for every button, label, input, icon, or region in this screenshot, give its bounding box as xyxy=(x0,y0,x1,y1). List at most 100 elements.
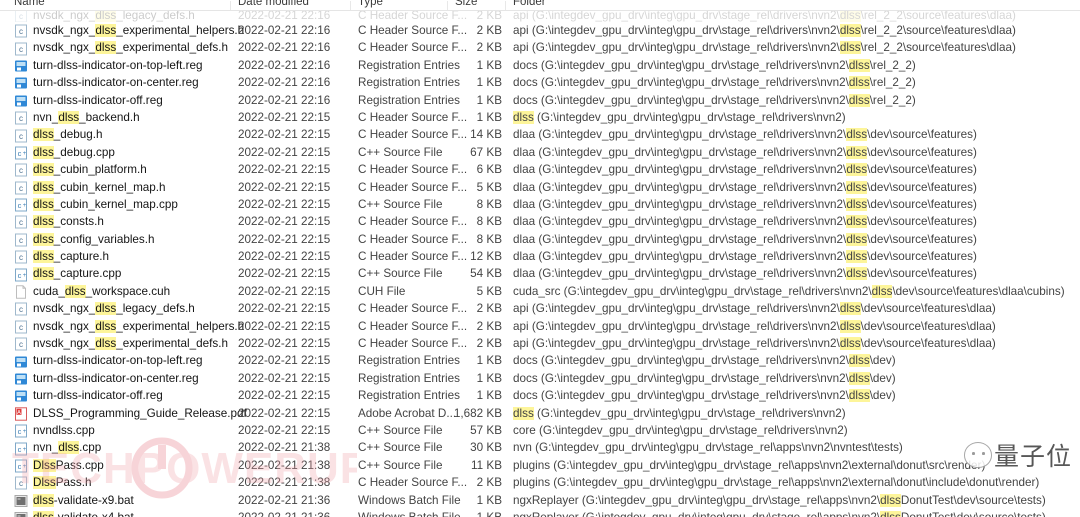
file-row[interactable]: c dlss_config_variables.h 2022-02-21 22:15… xyxy=(0,231,1080,248)
file-row[interactable]: c dlss_cubin_kernel_map.h 2022-02-21 22:15… xyxy=(0,179,1080,196)
file-name[interactable]: dlss-validate-x4.bat xyxy=(33,509,248,517)
svg-text:c: c xyxy=(19,184,23,193)
file-name[interactable]: nvsdk_ngx_dlss_legacy_defs.h xyxy=(33,11,248,22)
file-row[interactable]: c DlssPass.h 2022-02-21 21:38 C Header Sour… xyxy=(0,474,1080,491)
column-header-folder[interactable]: Folder xyxy=(513,0,546,8)
file-name[interactable]: nvn_dlss_backend.h xyxy=(33,109,248,126)
file-row[interactable]: c nvsdk_ngx_dlss_legacy_defs.h 2022-02-21 … xyxy=(0,300,1080,317)
file-name[interactable]: dlss_debug.cpp xyxy=(33,144,248,161)
file-row[interactable]: c + nvn_dlss.cpp 2022-02-21 21:38 C++ Source… xyxy=(0,439,1080,456)
file-name[interactable]: turn-dlss-indicator-off.reg xyxy=(33,92,248,109)
file-row[interactable]: c dlss_capture.h 2022-02-21 22:15 C Header … xyxy=(0,248,1080,265)
file-name[interactable]: cuda_dlss_workspace.cuh xyxy=(33,283,248,300)
file-size: 2 KB xyxy=(476,319,502,333)
search-highlight: dlss xyxy=(839,24,861,37)
svg-text:+: + xyxy=(23,151,27,157)
file-row[interactable]: dlss-validate-x4.bat2022-02-21 21:36Wind… xyxy=(0,509,1080,517)
file-name[interactable]: dlss_cubin_kernel_map.cpp xyxy=(33,196,248,213)
file-name[interactable]: DlssPass.h xyxy=(33,474,248,491)
column-divider[interactable] xyxy=(505,1,506,10)
file-folder-path: dlss (G:\integdev_gpu_drv\integ\gpu_drv\… xyxy=(513,406,846,420)
file-name[interactable]: DLSS_Programming_Guide_Release.pdf xyxy=(33,405,248,422)
column-divider[interactable] xyxy=(447,1,448,10)
search-highlight: dlss xyxy=(839,337,861,351)
file-name[interactable]: dlss_config_variables.h xyxy=(33,231,248,248)
column-header-row[interactable]: Name Date modified Type Size Folder xyxy=(0,0,1080,11)
c-header-file-icon: c xyxy=(14,233,28,247)
search-highlight: dlss xyxy=(848,93,870,107)
file-size: 2 KB xyxy=(476,41,502,55)
file-row[interactable]: turn-dlss-indicator-on-center.reg 2022-02… xyxy=(0,370,1080,387)
file-size: 6 KB xyxy=(476,163,502,177)
svg-text:+: + xyxy=(23,273,27,279)
file-name[interactable]: dlss_consts.h xyxy=(33,213,248,230)
file-name[interactable]: dlss_capture.cpp xyxy=(33,265,248,282)
column-divider[interactable] xyxy=(350,1,351,10)
file-row[interactable]: c nvsdk_ngx_dlss_experimental_defs.h 2022-… xyxy=(0,335,1080,352)
c-header-file-icon: c xyxy=(14,320,28,334)
file-name[interactable]: nvsdk_ngx_dlss_experimental_defs.h xyxy=(33,335,248,352)
file-date-modified: 2022-02-21 21:38 xyxy=(238,458,331,472)
registry-file-icon xyxy=(14,94,28,108)
file-name[interactable]: turn-dlss-indicator-on-top-left.reg xyxy=(33,57,248,74)
file-name[interactable]: turn-dlss-indicator-off.reg xyxy=(33,387,248,404)
file-date-modified: 2022-02-21 22:15 xyxy=(238,128,331,142)
file-list[interactable]: c nvsdk_ngx_dlss_legacy_defs.h 2022-02-21 … xyxy=(0,11,1080,517)
file-row[interactable]: cuda_dlss_workspace.cuh 2022-02-21 22:15 C… xyxy=(0,283,1080,300)
file-row[interactable]: c + DlssPass.cpp 2022-02-21 21:38 C++ Source… xyxy=(0,457,1080,474)
file-row[interactable]: c nvsdk_ngx_dlss_experimental_defs.h 2022-… xyxy=(0,39,1080,56)
file-row[interactable]: c dlss_consts.h 2022-02-21 22:15 C Header S… xyxy=(0,213,1080,230)
file-explorer-window: Name Date modified Type Size Folder c nvsdk_n… xyxy=(0,0,1080,517)
file-row[interactable]: c nvsdk_ngx_dlss_legacy_defs.h 2022-02-21 … xyxy=(0,11,1080,22)
file-row[interactable]: c nvn_dlss_backend.h 2022-02-21 22:15 C Hea… xyxy=(0,109,1080,126)
file-name[interactable]: nvsdk_ngx_dlss_legacy_defs.h xyxy=(33,300,248,317)
file-folder-path: cuda_src (G:\integdev_gpu_drv\integ\gpu_… xyxy=(513,284,1065,298)
svg-text:c: c xyxy=(19,218,23,227)
file-name[interactable]: dlss_cubin_platform.h xyxy=(33,161,248,178)
file-name[interactable]: nvndlss.cpp xyxy=(33,422,248,439)
file-name[interactable]: turn-dlss-indicator-on-center.reg xyxy=(33,74,248,91)
search-highlight: dlss xyxy=(33,250,54,264)
svg-text:c: c xyxy=(18,445,22,454)
file-name[interactable]: dlss_capture.h xyxy=(33,248,248,265)
file-row[interactable]: turn-dlss-indicator-on-top-left.reg 2022-… xyxy=(0,352,1080,369)
file-row[interactable]: c + dlss_cubin_kernel_map.cpp 2022-02-21 22… xyxy=(0,196,1080,213)
column-header-size[interactable]: Size xyxy=(455,0,477,8)
file-row[interactable]: c dlss_debug.h 2022-02-21 22:15 C Header So… xyxy=(0,126,1080,143)
file-folder-path: dlaa (G:\integdev_gpu_drv\integ\gpu_drv\… xyxy=(513,197,977,211)
file-name[interactable]: DlssPass.cpp xyxy=(33,457,248,474)
file-row[interactable]: c + dlss_debug.cpp 2022-02-21 22:15 C++ Sour… xyxy=(0,144,1080,161)
column-header-name[interactable]: Name xyxy=(14,0,45,8)
file-row[interactable]: c + dlss_capture.cpp 2022-02-21 22:15 C++ So… xyxy=(0,265,1080,282)
file-row[interactable]: c + nvndlss.cpp 2022-02-21 22:15 C++ Source … xyxy=(0,422,1080,439)
file-name[interactable]: dlss_debug.h xyxy=(33,126,248,143)
column-header-date-modified[interactable]: Date modified xyxy=(238,0,309,8)
search-highlight: dlss xyxy=(846,215,868,229)
file-name[interactable]: turn-dlss-indicator-on-center.reg xyxy=(33,370,248,387)
file-date-modified: 2022-02-21 22:15 xyxy=(238,284,331,298)
file-folder-path: dlaa (G:\integdev_gpu_drv\integ\gpu_drv\… xyxy=(513,180,977,194)
file-folder-path: core (G:\integdev_gpu_drv\integ\gpu_drv\… xyxy=(513,423,848,437)
file-name[interactable]: nvsdk_ngx_dlss_experimental_helpers.h xyxy=(33,318,248,335)
file-row[interactable]: turn-dlss-indicator-on-top-left.reg 2022-… xyxy=(0,57,1080,74)
file-size: 8 KB xyxy=(476,232,502,246)
file-row[interactable]: turn-dlss-indicator-off.reg 2022-02-21 22… xyxy=(0,387,1080,404)
column-header-type[interactable]: Type xyxy=(358,0,383,8)
file-name[interactable]: turn-dlss-indicator-on-top-left.reg xyxy=(33,352,248,369)
svg-text:c: c xyxy=(18,149,22,158)
file-name[interactable]: nvsdk_ngx_dlss_experimental_helpers.h xyxy=(33,22,248,39)
file-row[interactable]: c dlss_cubin_platform.h 2022-02-21 22:15 C … xyxy=(0,161,1080,178)
file-row[interactable]: turn-dlss-indicator-off.reg 2022-02-21 22… xyxy=(0,92,1080,109)
file-name[interactable]: nvsdk_ngx_dlss_experimental_defs.h xyxy=(33,39,248,56)
file-name[interactable]: dlss-validate-x9.bat xyxy=(33,492,248,509)
file-row[interactable]: A DLSS_Programming_Guide_Release.pdf 2022-… xyxy=(0,405,1080,422)
file-name[interactable]: nvn_dlss.cpp xyxy=(33,439,248,456)
file-row[interactable]: c nvsdk_ngx_dlss_experimental_helpers.h 20… xyxy=(0,22,1080,39)
search-highlight: dlss xyxy=(846,128,868,142)
file-row[interactable]: dlss-validate-x9.bat 2022-02-21 21:36 Wind… xyxy=(0,492,1080,509)
file-name[interactable]: dlss_cubin_kernel_map.h xyxy=(33,179,248,196)
column-divider[interactable] xyxy=(230,1,231,10)
c-header-file-icon: c xyxy=(14,42,28,56)
file-row[interactable]: c nvsdk_ngx_dlss_experimental_helpers.h 20… xyxy=(0,318,1080,335)
file-row[interactable]: turn-dlss-indicator-on-center.reg 2022-02… xyxy=(0,74,1080,91)
